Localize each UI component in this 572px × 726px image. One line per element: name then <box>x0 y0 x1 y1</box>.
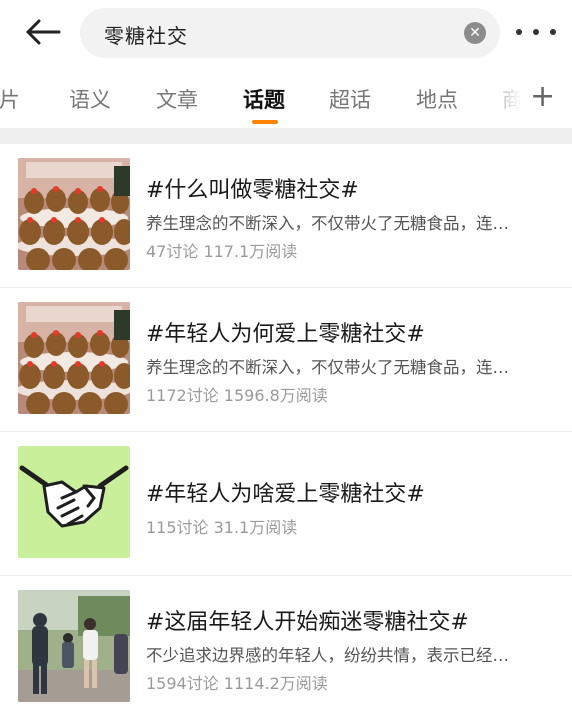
topic-title: #什么叫做零糖社交# <box>146 178 359 203</box>
topic-title: #这届年轻人开始痴迷零糖社交# <box>146 610 469 635</box>
topic-stats: 47讨论 117.1万阅读 <box>146 242 298 261</box>
back-button[interactable] <box>22 14 64 50</box>
tab-super-topics[interactable]: 超话 <box>329 84 371 114</box>
topic-description: 养生理念的不断深入，不仅带火了无糖食品，连… <box>146 214 509 233</box>
more-dot-icon <box>533 29 539 35</box>
tab-semantic[interactable]: 语义 <box>69 84 111 114</box>
add-tab-icon[interactable]: + <box>530 82 555 112</box>
people-outdoor-thumbnail <box>18 590 130 702</box>
handshake-thumbnail <box>18 446 130 558</box>
tab-images[interactable]: 图片 <box>0 84 20 114</box>
back-arrow-icon <box>26 19 61 45</box>
close-icon: ✕ <box>469 25 481 41</box>
topic-result-item[interactable]: #年轻人为何爱上零糖社交# 养生理念的不断深入，不仅带火了无糖食品，连… 117… <box>0 288 572 432</box>
topic-result-item[interactable]: #这届年轻人开始痴迷零糖社交# 不少追求边界感的年轻人，纷纷共情，表示已经… 1… <box>0 576 572 720</box>
topic-result-item[interactable]: #什么叫做零糖社交# 养生理念的不断深入，不仅带火了无糖食品，连… 47讨论 1… <box>0 144 572 288</box>
topic-stats: 1172讨论 1596.8万阅读 <box>146 386 328 405</box>
topic-title: #年轻人为啥爱上零糖社交# <box>146 482 425 507</box>
capybara-plush-thumbnail <box>18 302 130 414</box>
handshake-icon <box>18 446 130 558</box>
topic-stats: 1594讨论 1114.2万阅读 <box>146 674 328 693</box>
clear-search-button[interactable]: ✕ <box>464 22 486 44</box>
tab-places[interactable]: 地点 <box>416 84 458 114</box>
more-dot-icon <box>516 29 522 35</box>
topic-description: 不少追求边界感的年轻人，纷纷共情，表示已经… <box>146 646 509 665</box>
tab-topics[interactable]: 话题 <box>243 84 285 114</box>
active-tab-indicator <box>252 120 278 124</box>
topic-stats: 115讨论 31.1万阅读 <box>146 518 298 537</box>
more-dot-icon <box>550 29 556 35</box>
topic-description: 养生理念的不断深入，不仅带火了无糖食品，连… <box>146 358 509 377</box>
topic-title: #年轻人为何爱上零糖社交# <box>146 322 425 347</box>
topic-result-item[interactable]: #年轻人为啥爱上零糖社交# 115讨论 31.1万阅读 <box>0 432 572 576</box>
tabs-fade-overlay <box>480 70 572 128</box>
more-options-button[interactable] <box>516 18 556 46</box>
capybara-plush-thumbnail <box>18 158 130 270</box>
search-query-text: 零糖社交 <box>104 24 188 48</box>
top-bar: 零糖社交 ✕ <box>0 0 572 66</box>
search-input[interactable]: 零糖社交 ✕ <box>80 8 500 58</box>
tab-articles[interactable]: 文章 <box>156 84 198 114</box>
topic-results-list: #什么叫做零糖社交# 养生理念的不断深入，不仅带火了无糖食品，连… 47讨论 1… <box>0 144 572 720</box>
section-divider <box>0 128 572 144</box>
